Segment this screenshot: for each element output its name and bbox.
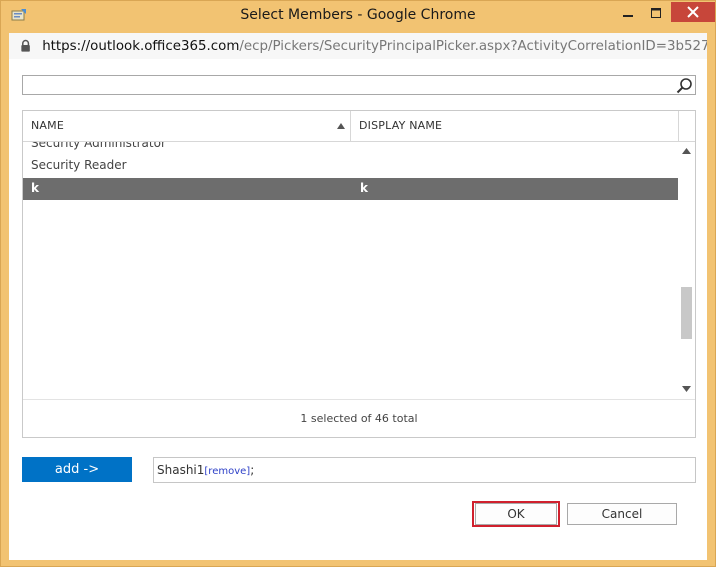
maximize-icon [651,8,661,18]
search-icon[interactable] [676,77,693,94]
table-row[interactable]: Security Reader [23,155,678,177]
title-bar[interactable]: Select Members - Google Chrome [1,1,715,31]
minimize-icon [623,15,633,17]
remove-member-link[interactable]: [remove] [204,466,250,477]
grid-header: NAME DISPLAY NAME [23,111,695,142]
sort-ascending-icon[interactable] [337,122,345,130]
member-name: Shashi1 [157,463,205,477]
selected-members-box[interactable]: Shashi1[remove]; [153,457,696,483]
maximize-button[interactable] [643,2,669,24]
column-header-display-name[interactable]: DISPLAY NAME [359,111,679,141]
selection-status: 1 selected of 46 total [300,412,418,425]
row-name: Security Reader [31,158,127,172]
members-grid: NAME DISPLAY NAME Security Administrator… [22,110,696,438]
table-row[interactable]: Security Administrator [23,142,678,155]
scroll-up-icon[interactable] [682,148,691,154]
grid-footer: 1 selected of 46 total [23,399,695,438]
lock-icon [21,39,30,52]
column-divider [678,111,679,141]
cancel-button[interactable]: Cancel [567,503,677,525]
row-name: Security Administrator [31,142,166,150]
scroll-thumb[interactable] [681,287,692,339]
member-separator: ; [250,463,255,477]
ok-button[interactable]: OK [475,503,557,525]
close-icon [687,6,699,18]
window-title: Select Members - Google Chrome [240,7,476,23]
chrome-popup-window: Select Members - Google Chrome https://o… [0,0,716,567]
scroll-down-icon[interactable] [682,386,691,392]
minimize-button[interactable] [613,2,643,24]
row-name: k [31,181,39,195]
picker-content: NAME DISPLAY NAME Security Administrator… [9,59,707,560]
close-button[interactable] [671,2,715,22]
column-header-name[interactable]: NAME [31,111,341,141]
url-bar[interactable]: https://outlook.office365.com/ecp/Picker… [9,33,707,59]
url-host: https://outlook.office365.com [42,38,240,54]
url-text: https://outlook.office365.com/ecp/Picker… [42,39,707,54]
grid-rows: Security Administrator Security Reader k… [23,142,678,398]
column-divider [350,111,351,141]
table-row-selected[interactable]: k k [23,178,678,200]
url-path: /ecp/Pickers/SecurityPrincipalPicker.asp… [239,38,707,54]
grid-scrollbar[interactable] [678,142,695,398]
row-display-name: k [360,181,368,195]
add-button[interactable]: add -> [22,457,132,482]
search-input[interactable] [25,77,675,95]
search-box [22,75,696,95]
